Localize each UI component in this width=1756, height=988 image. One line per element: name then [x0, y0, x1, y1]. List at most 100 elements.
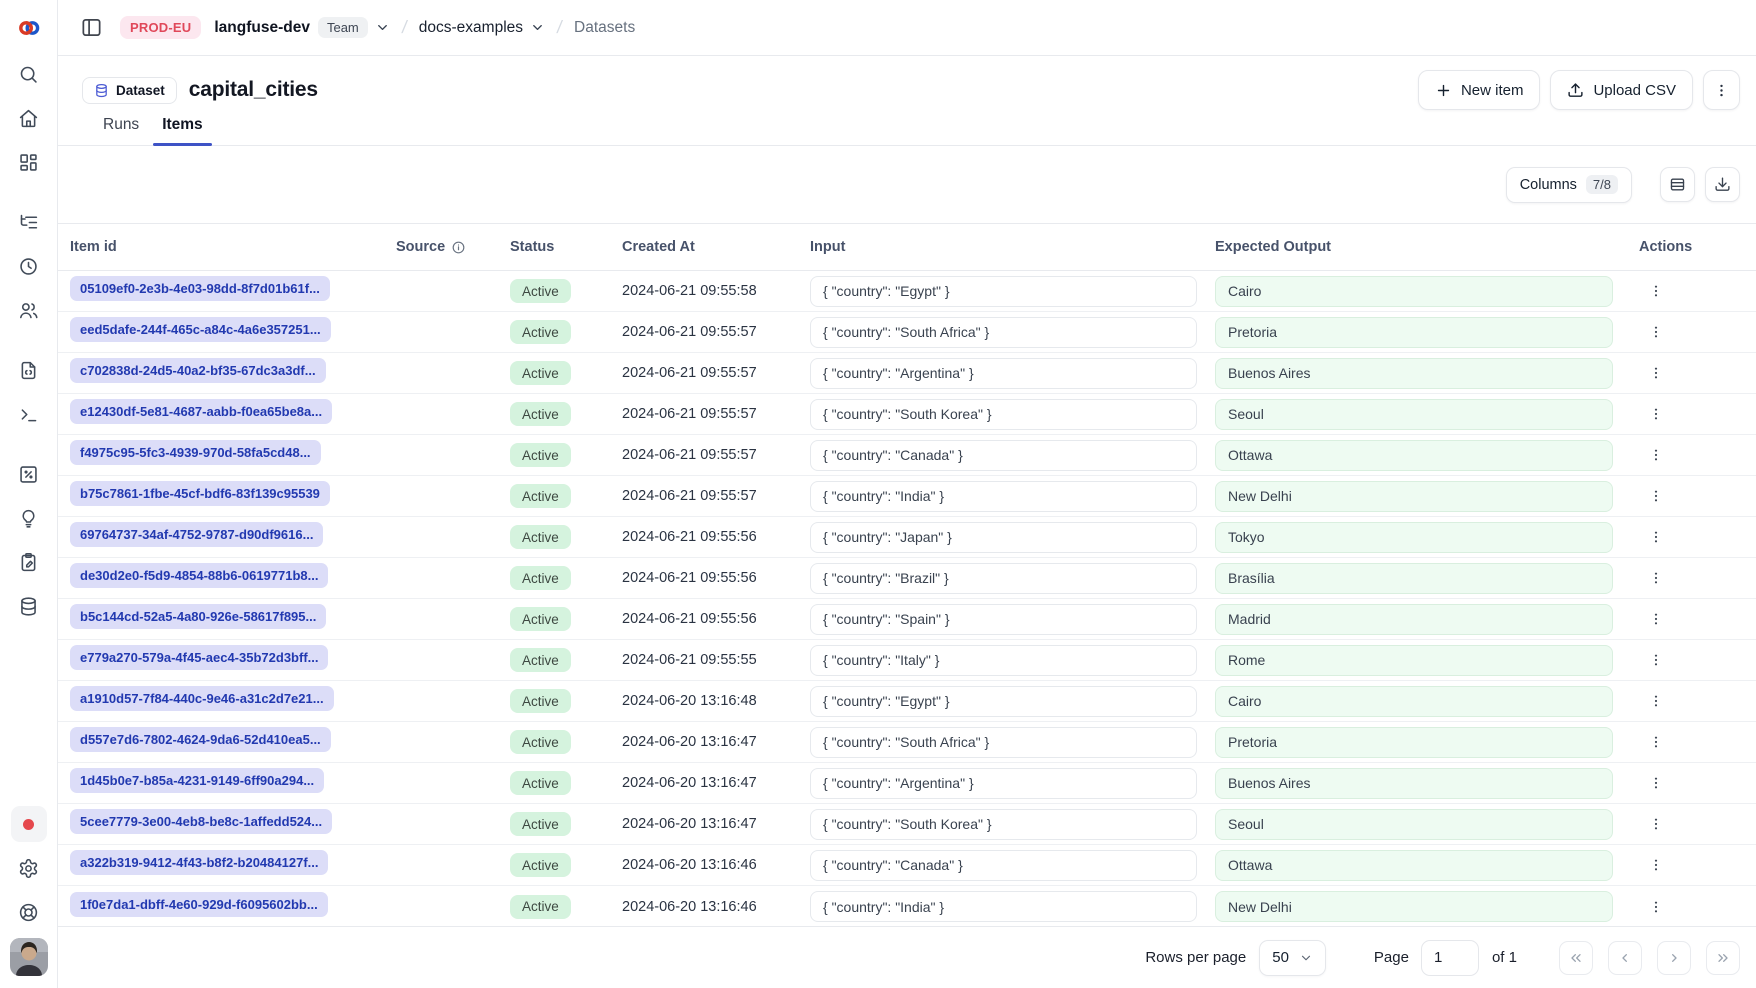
- row-actions-kebab-icon[interactable]: [1641, 358, 1671, 388]
- row-actions-kebab-icon[interactable]: [1641, 727, 1671, 757]
- user-avatar[interactable]: [10, 938, 48, 976]
- item-id-badge[interactable]: eed5dafe-244f-465c-a84c-4a6e357251...: [70, 317, 331, 342]
- created-at-cell: 2024-06-21 09:55:58: [622, 283, 810, 299]
- export-download-button[interactable]: [1705, 167, 1740, 202]
- item-id-cell: d557e7d6-7802-4624-9da6-52d410ea5...: [70, 727, 396, 757]
- item-id-badge[interactable]: 1d45b0e7-b85a-4231-9149-6ff90a294...: [70, 768, 324, 793]
- item-id-badge[interactable]: c702838d-24d5-40a2-bf35-67dc3a3df...: [70, 358, 326, 383]
- project-dropdown-chevron-icon[interactable]: [530, 20, 545, 35]
- row-actions-kebab-icon[interactable]: [1641, 522, 1671, 552]
- item-id-badge[interactable]: 05109ef0-2e3b-4e03-98dd-8f7d01b61f...: [70, 276, 330, 301]
- table-row[interactable]: 5cee7779-3e00-4eb8-be8c-1affedd524... Ac…: [58, 804, 1756, 845]
- home-icon[interactable]: [11, 100, 47, 136]
- first-page-button[interactable]: [1559, 941, 1593, 975]
- item-id-badge[interactable]: de30d2e0-f5d9-4854-88b6-0619771b8...: [70, 563, 328, 588]
- item-id-badge[interactable]: 69764737-34af-4752-9787-d90df9616...: [70, 522, 323, 547]
- row-actions-kebab-icon[interactable]: [1641, 399, 1671, 429]
- clipboard-pen-icon[interactable]: [11, 544, 47, 580]
- page-more-actions-button[interactable]: [1703, 70, 1740, 110]
- breadcrumb-section[interactable]: Datasets: [574, 19, 635, 37]
- item-id-cell: 1d45b0e7-b85a-4231-9149-6ff90a294...: [70, 768, 396, 798]
- tab-runs[interactable]: Runs: [94, 116, 148, 145]
- upload-csv-button[interactable]: Upload CSV: [1550, 70, 1693, 110]
- breadcrumb-organization[interactable]: langfuse-dev: [214, 19, 310, 37]
- table-row[interactable]: f4975c95-5fc3-4939-970d-58fa5cd48... Act…: [58, 435, 1756, 476]
- row-actions-kebab-icon[interactable]: [1641, 440, 1671, 470]
- row-actions-kebab-icon[interactable]: [1641, 892, 1671, 922]
- input-cell: { "country": "India" }: [810, 891, 1215, 922]
- input-value-box: { "country": "India" }: [810, 891, 1197, 922]
- next-page-button[interactable]: [1657, 941, 1691, 975]
- tab-items[interactable]: Items: [153, 116, 212, 145]
- item-id-badge[interactable]: e12430df-5e81-4687-aabb-f0ea65be8a...: [70, 399, 332, 424]
- table-row[interactable]: a322b319-9412-4f43-b8f2-b20484127f... Ac…: [58, 845, 1756, 886]
- dashboard-icon[interactable]: [11, 144, 47, 180]
- row-actions-kebab-icon[interactable]: [1641, 317, 1671, 347]
- new-item-button[interactable]: New item: [1418, 70, 1541, 110]
- row-actions-kebab-icon[interactable]: [1641, 604, 1671, 634]
- row-actions-kebab-icon[interactable]: [1641, 481, 1671, 511]
- file-code-icon[interactable]: [11, 352, 47, 388]
- status-badge: Active: [510, 895, 571, 919]
- table-row[interactable]: d557e7d6-7802-4624-9da6-52d410ea5... Act…: [58, 722, 1756, 763]
- clock-icon[interactable]: [11, 248, 47, 284]
- info-icon[interactable]: [451, 240, 466, 255]
- table-row[interactable]: a1910d57-7f84-440c-9e46-a31c2d7e21... Ac…: [58, 681, 1756, 722]
- input-cell: { "country": "South Korea" }: [810, 809, 1215, 840]
- table-row[interactable]: eed5dafe-244f-465c-a84c-4a6e357251... Ac…: [58, 312, 1756, 353]
- table-row[interactable]: c702838d-24d5-40a2-bf35-67dc3a3df... Act…: [58, 353, 1756, 394]
- page-number-input[interactable]: [1421, 940, 1479, 976]
- item-id-badge[interactable]: b5c144cd-52a5-4a80-926e-58617f895...: [70, 604, 326, 629]
- settings-gear-icon[interactable]: [11, 850, 47, 886]
- table-row[interactable]: e12430df-5e81-4687-aabb-f0ea65be8a... Ac…: [58, 394, 1756, 435]
- table-row[interactable]: 05109ef0-2e3b-4e03-98dd-8f7d01b61f... Ac…: [58, 271, 1756, 312]
- row-height-button[interactable]: [1660, 167, 1695, 202]
- terminal-icon[interactable]: [11, 396, 47, 432]
- table-row[interactable]: de30d2e0-f5d9-4854-88b6-0619771b8... Act…: [58, 558, 1756, 599]
- table-row[interactable]: 69764737-34af-4752-9787-d90df9616... Act…: [58, 517, 1756, 558]
- users-icon[interactable]: [11, 292, 47, 328]
- row-actions-kebab-icon[interactable]: [1641, 645, 1671, 675]
- list-tree-icon[interactable]: [11, 204, 47, 240]
- row-actions-kebab-icon[interactable]: [1641, 850, 1671, 880]
- expected-output-value-box: New Delhi: [1215, 891, 1613, 922]
- table-row[interactable]: e779a270-579a-4f45-aec4-35b72d3bff... Ac…: [58, 640, 1756, 681]
- item-id-badge[interactable]: a322b319-9412-4f43-b8f2-b20484127f...: [70, 850, 328, 875]
- table-row[interactable]: 1d45b0e7-b85a-4231-9149-6ff90a294... Act…: [58, 763, 1756, 804]
- columns-button[interactable]: Columns 7/8: [1506, 167, 1632, 203]
- table-row[interactable]: b75c7861-1fbe-45cf-bdf6-83f139c95539 Act…: [58, 476, 1756, 517]
- lightbulb-icon[interactable]: [11, 500, 47, 536]
- life-buoy-icon[interactable]: [11, 894, 47, 930]
- item-id-badge[interactable]: a1910d57-7f84-440c-9e46-a31c2d7e21...: [70, 686, 334, 711]
- rows-per-page-select[interactable]: 50: [1259, 940, 1326, 976]
- input-value-box: { "country": "Canada" }: [810, 440, 1197, 471]
- previous-page-button[interactable]: [1608, 941, 1642, 975]
- org-dropdown-chevron-icon[interactable]: [375, 20, 390, 35]
- item-id-badge[interactable]: d557e7d6-7802-4624-9da6-52d410ea5...: [70, 727, 331, 752]
- last-page-button[interactable]: [1706, 941, 1740, 975]
- item-id-badge[interactable]: e779a270-579a-4f45-aec4-35b72d3bff...: [70, 645, 328, 670]
- row-actions-kebab-icon[interactable]: [1641, 768, 1671, 798]
- table-row[interactable]: 1f0e7da1-dbff-4e60-929d-f6095602bb... Ac…: [58, 886, 1756, 926]
- item-id-badge[interactable]: 5cee7779-3e00-4eb8-be8c-1affedd524...: [70, 809, 332, 834]
- kebab-menu-icon: [1713, 82, 1730, 99]
- created-at-cell: 2024-06-20 13:16:48: [622, 693, 810, 709]
- breadcrumb-project[interactable]: docs-examples: [419, 19, 545, 37]
- record-status-dot[interactable]: [11, 806, 47, 842]
- row-actions-kebab-icon[interactable]: [1641, 276, 1671, 306]
- row-actions-kebab-icon[interactable]: [1641, 563, 1671, 593]
- created-at-cell: 2024-06-21 09:55:57: [622, 488, 810, 504]
- sidebar-toggle-icon[interactable]: [76, 13, 106, 43]
- square-percent-icon[interactable]: [11, 456, 47, 492]
- database-icon[interactable]: [11, 588, 47, 624]
- columns-count-badge: 7/8: [1586, 175, 1618, 194]
- item-id-badge[interactable]: 1f0e7da1-dbff-4e60-929d-f6095602bb...: [70, 892, 328, 917]
- row-actions-kebab-icon[interactable]: [1641, 809, 1671, 839]
- row-actions-kebab-icon[interactable]: [1641, 686, 1671, 716]
- item-id-badge[interactable]: f4975c95-5fc3-4939-970d-58fa5cd48...: [70, 440, 321, 465]
- actions-cell: [1639, 399, 1740, 429]
- search-icon[interactable]: [11, 56, 47, 92]
- item-id-badge[interactable]: b75c7861-1fbe-45cf-bdf6-83f139c95539: [70, 481, 330, 506]
- langfuse-logo[interactable]: [0, 0, 57, 56]
- table-row[interactable]: b5c144cd-52a5-4a80-926e-58617f895... Act…: [58, 599, 1756, 640]
